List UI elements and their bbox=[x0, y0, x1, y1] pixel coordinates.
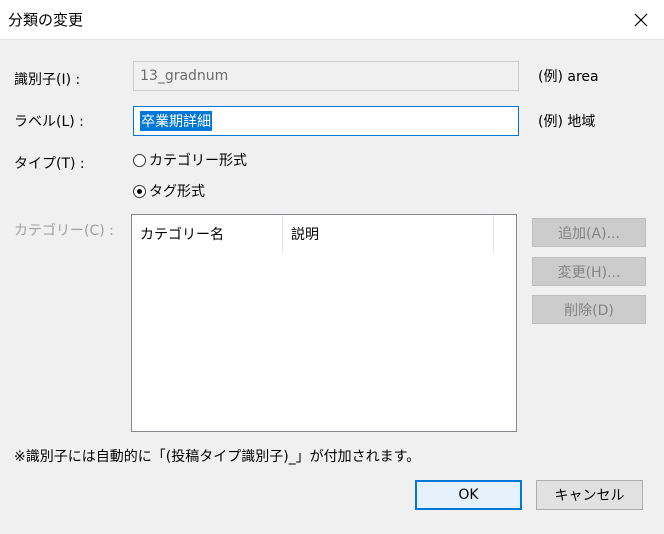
type-label: タイプ(T) : bbox=[14, 156, 85, 172]
close-icon bbox=[634, 13, 648, 26]
change-button[interactable]: 変更(H)... bbox=[532, 257, 646, 286]
category-list[interactable]: カテゴリー名 説明 bbox=[131, 214, 517, 432]
ok-button[interactable]: OK bbox=[415, 480, 522, 510]
label-value: 卒業期詳細 bbox=[140, 111, 212, 131]
cancel-button[interactable]: キャンセル bbox=[536, 480, 643, 510]
radio-unchecked-icon bbox=[133, 153, 146, 167]
radio-tag-format-label: タグ形式 bbox=[149, 184, 205, 200]
identifier-note: ※識別子には自動的に「(投稿タイプ識別子)_」が付加されます。 bbox=[14, 449, 421, 465]
radio-category-format-label: カテゴリー形式 bbox=[149, 153, 247, 169]
identifier-field[interactable]: 13_gradnum bbox=[133, 61, 519, 91]
close-button[interactable] bbox=[618, 0, 664, 39]
delete-button[interactable]: 削除(D) bbox=[532, 295, 646, 324]
label-field[interactable]: 卒業期詳細 bbox=[133, 106, 519, 136]
category-list-header: カテゴリー名 説明 bbox=[132, 215, 516, 253]
window-title: 分類の変更 bbox=[8, 11, 84, 29]
radio-checked-icon bbox=[133, 184, 146, 198]
radio-tag-format[interactable]: タグ形式 bbox=[133, 181, 205, 201]
title-bar: 分類の変更 bbox=[0, 0, 664, 40]
column-header-description[interactable]: 説明 bbox=[283, 215, 494, 253]
identifier-example: (例) area bbox=[538, 69, 599, 85]
add-button[interactable]: 追加(A)... bbox=[532, 218, 646, 247]
identifier-value: 13_gradnum bbox=[140, 68, 229, 84]
radio-category-format[interactable]: カテゴリー形式 bbox=[133, 150, 247, 170]
column-header-category-name[interactable]: カテゴリー名 bbox=[132, 215, 283, 253]
category-label: カテゴリー(C) : bbox=[14, 223, 114, 239]
label-example: (例) 地域 bbox=[538, 114, 596, 130]
identifier-label: 識別子(I) : bbox=[14, 72, 81, 88]
label-label: ラベル(L) : bbox=[14, 114, 84, 130]
